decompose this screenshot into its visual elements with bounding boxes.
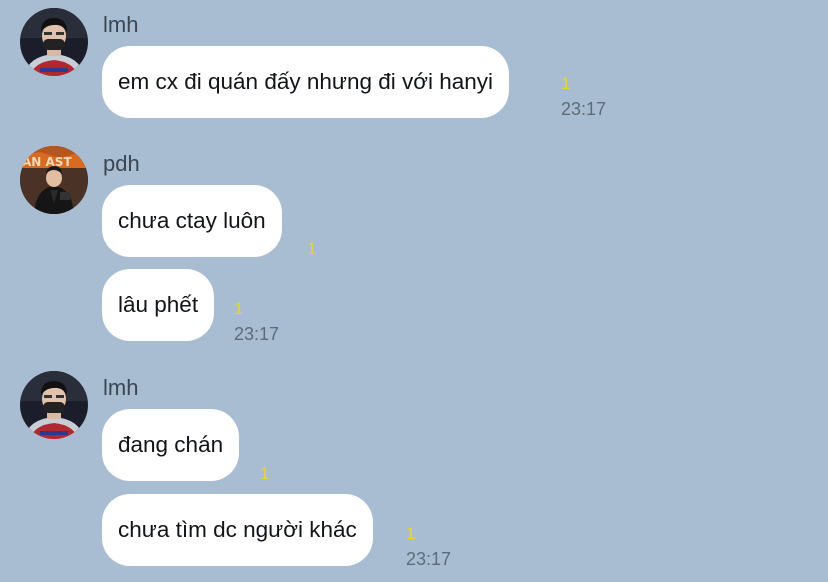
message-bubble[interactable]: lâu phết <box>102 269 215 341</box>
timestamp: 23:17 <box>561 99 607 119</box>
read-count: 1 <box>406 524 416 543</box>
message-bubble[interactable]: đang chán <box>102 409 240 481</box>
read-count: 1 <box>561 74 571 93</box>
message-bubble[interactable]: em cx đi quán đấy nhưng đi với hanyi <box>102 46 510 118</box>
read-count: 1 <box>307 239 317 258</box>
avatar-lmh[interactable] <box>20 371 88 439</box>
message-bubble[interactable]: chưa ctay luôn <box>102 185 282 257</box>
sender-name: lmh <box>103 375 139 400</box>
person-avatar-icon: AN AST <box>20 146 88 214</box>
person-avatar-icon <box>20 8 88 76</box>
timestamp: 23:17 <box>234 324 280 344</box>
read-count: 1 <box>234 299 244 318</box>
avatar-lmh[interactable] <box>20 8 88 76</box>
sender-name: lmh <box>103 12 139 37</box>
timestamp: 23:17 <box>406 549 452 569</box>
message-bubble[interactable]: chưa tìm dc người khác <box>102 494 373 566</box>
svg-text:AN AST: AN AST <box>22 155 72 169</box>
chat-thread[interactable]: lmh em cx đi quán đấy nhưng đi với hanyi… <box>0 0 828 582</box>
avatar-pdh[interactable]: AN AST <box>20 146 88 214</box>
sender-name: pdh <box>103 151 140 176</box>
read-count: 1 <box>260 464 270 483</box>
person-avatar-icon <box>20 371 88 439</box>
